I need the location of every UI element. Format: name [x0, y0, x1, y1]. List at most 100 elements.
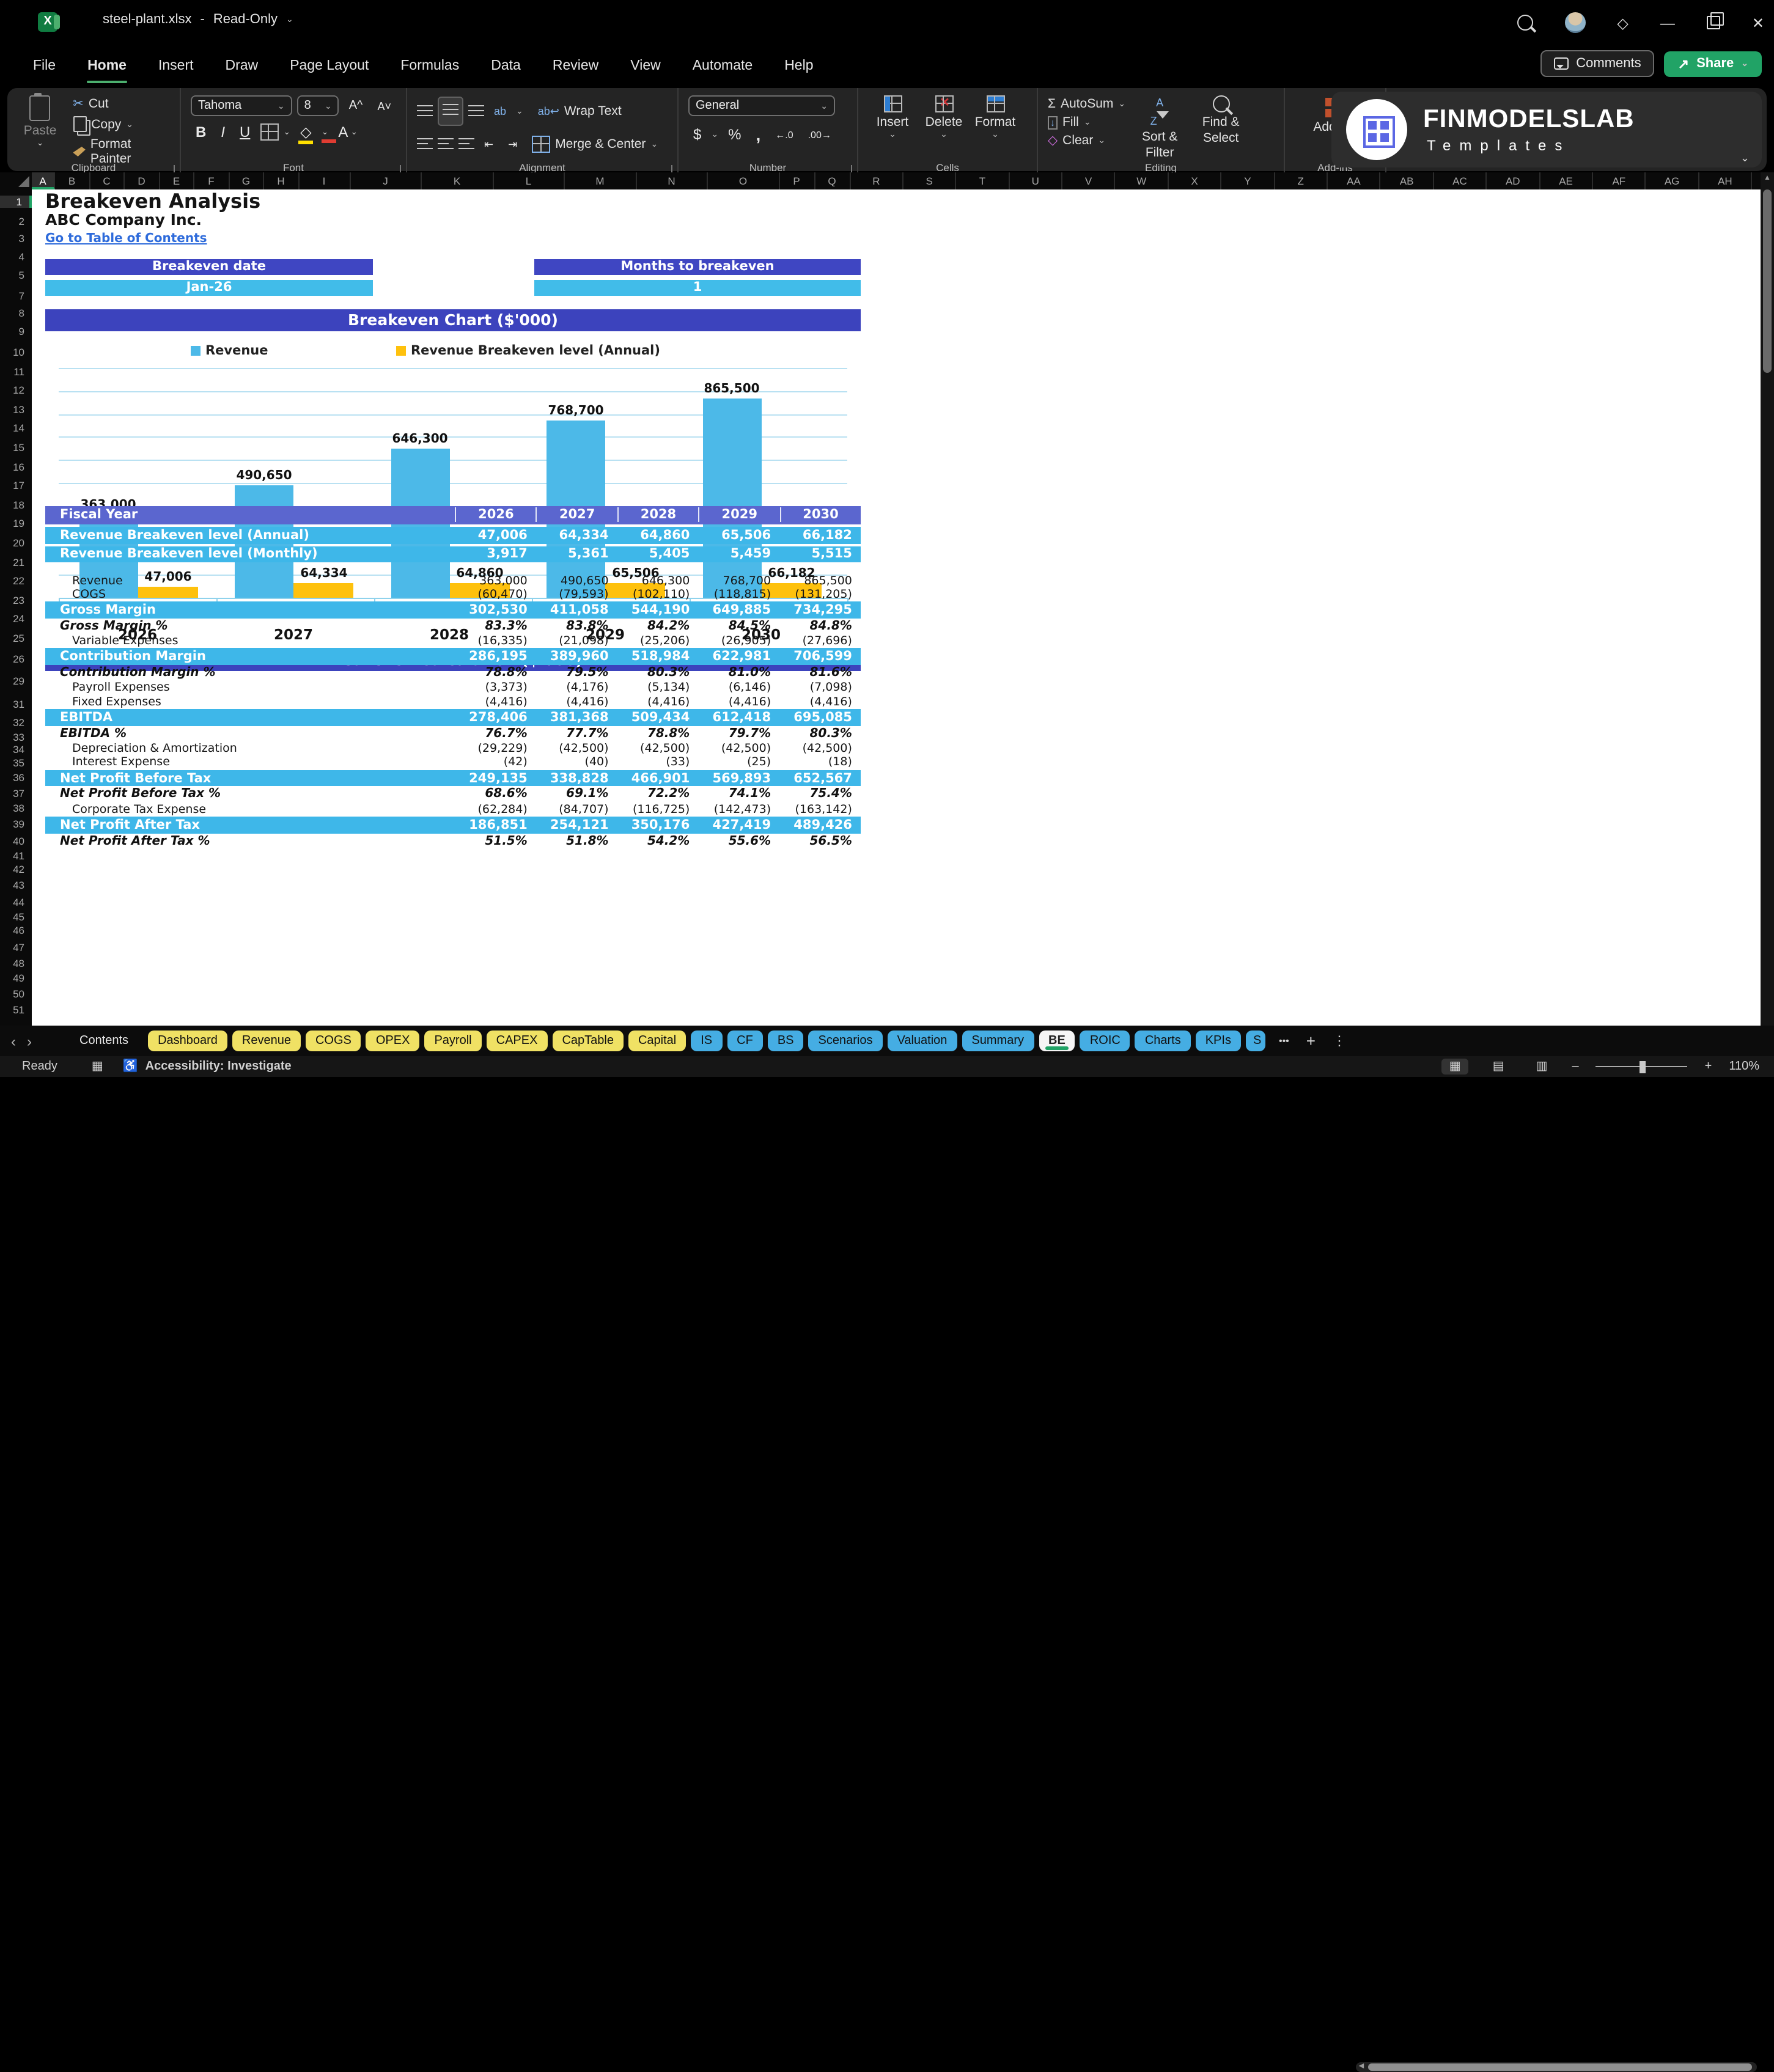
column-header-H[interactable]: H	[264, 172, 299, 189]
menu-tab-home[interactable]: Home	[72, 45, 142, 87]
menu-tab-file[interactable]: File	[17, 45, 72, 87]
restore-button[interactable]	[1706, 12, 1724, 29]
normal-view-button[interactable]: ▦	[1441, 1059, 1468, 1075]
page-break-view-button[interactable]: ▥	[1529, 1059, 1555, 1075]
menu-tab-view[interactable]: View	[614, 45, 676, 87]
row-header-11[interactable]: 11	[0, 365, 32, 377]
zoom-level[interactable]: 110%	[1729, 1060, 1759, 1073]
row-header-17[interactable]: 17	[0, 479, 32, 491]
sheet-tab-contents[interactable]: Contents	[65, 1030, 143, 1051]
comma-format-button[interactable]: ,	[751, 125, 765, 144]
decrease-decimal-button[interactable]: .00→	[803, 129, 836, 140]
sheet-tab-scenarios[interactable]: Scenarios	[808, 1030, 883, 1051]
wrap-text-button[interactable]: ab↩ Wrap Text	[538, 104, 622, 119]
row-header-1[interactable]: 1	[0, 196, 32, 208]
document-mode[interactable]: Read-Only	[213, 12, 278, 27]
scroll-up-icon[interactable]: ▲	[1761, 175, 1774, 182]
row-header-24[interactable]: 24	[0, 613, 32, 625]
bold-button[interactable]: B	[191, 123, 211, 141]
column-header-F[interactable]: F	[194, 172, 229, 189]
menu-tab-review[interactable]: Review	[537, 45, 614, 87]
font-color-caret-icon[interactable]: ⌄	[350, 127, 358, 137]
row-header-39[interactable]: 39	[0, 818, 32, 830]
row-header-2[interactable]: 2	[0, 215, 32, 227]
zoom-out-button[interactable]: –	[1572, 1060, 1579, 1073]
row-headers[interactable]: 1 2 3 4 5 7 8 9 10 11 12 13 14 15 16 17 18 19 20 21 22 23 24 25…	[0, 189, 32, 1026]
sheet-tab-valuation[interactable]: Valuation	[887, 1030, 957, 1051]
align-top-icon[interactable]	[417, 105, 433, 117]
column-header-AF[interactable]: AF	[1593, 172, 1646, 189]
decrease-indent-icon[interactable]: ⇤	[479, 138, 498, 151]
row-header-50[interactable]: 50	[0, 988, 32, 1000]
column-header-AE[interactable]: AE	[1540, 172, 1593, 189]
find-select-button[interactable]: Find & Select	[1194, 93, 1248, 162]
sheet-tab-kpis[interactable]: KPIs	[1195, 1030, 1241, 1051]
menu-tab-page-layout[interactable]: Page Layout	[274, 45, 385, 87]
sheet-tab-summary[interactable]: Summary	[962, 1030, 1034, 1051]
row-header-32[interactable]: 32	[0, 716, 32, 729]
font-size-select[interactable]: 8 ⌄	[296, 95, 339, 116]
menu-tab-formulas[interactable]: Formulas	[385, 45, 475, 87]
currency-format-button[interactable]: $	[688, 126, 706, 143]
row-header-42[interactable]: 42	[0, 863, 32, 875]
column-header-A[interactable]: A	[32, 172, 55, 189]
column-header-O[interactable]: O	[708, 172, 779, 189]
insert-cells-button[interactable]: Insert ⌄	[868, 93, 917, 139]
column-header-AG[interactable]: AG	[1646, 172, 1699, 189]
increase-decimal-button[interactable]: ←.0	[770, 129, 798, 140]
column-header-AB[interactable]: AB	[1381, 172, 1434, 189]
premium-diamond-icon[interactable]: ◇	[1617, 14, 1628, 31]
sheet-tab-roic[interactable]: ROIC	[1080, 1030, 1130, 1051]
row-header-16[interactable]: 16	[0, 460, 32, 472]
hscroll-left-icon[interactable]: ◄	[1357, 2062, 1366, 2072]
new-sheet-button[interactable]: +	[1298, 1032, 1324, 1050]
autosum-button[interactable]: Σ AutoSum ⌄	[1048, 97, 1125, 111]
collapse-ribbon-icon[interactable]: ⌄	[1740, 152, 1750, 165]
row-header-22[interactable]: 22	[0, 575, 32, 587]
delete-cells-button[interactable]: ✕ Delete ⌄	[919, 93, 968, 139]
row-header-44[interactable]: 44	[0, 896, 32, 908]
menu-tab-data[interactable]: Data	[475, 45, 537, 87]
sheet-tab-revenue[interactable]: Revenue	[232, 1030, 301, 1051]
row-header-18[interactable]: 18	[0, 499, 32, 511]
column-header-W[interactable]: W	[1116, 172, 1169, 189]
column-header-V[interactable]: V	[1062, 172, 1116, 189]
row-header-4[interactable]: 4	[0, 251, 32, 263]
sort-filter-button[interactable]: AZ Sort & Filter	[1133, 93, 1187, 162]
column-header-L[interactable]: L	[493, 172, 565, 189]
font-family-select[interactable]: Tahoma ⌄	[191, 95, 292, 116]
accessibility-status[interactable]: Accessibility: Investigate	[145, 1060, 292, 1073]
row-header-23[interactable]: 23	[0, 594, 32, 606]
sheet-tab-bs[interactable]: BS	[767, 1030, 804, 1051]
tabs-scroll-left-icon[interactable]: ‹	[0, 1032, 27, 1049]
column-header-C[interactable]: C	[90, 172, 125, 189]
horizontal-scroll-thumb[interactable]	[1368, 2063, 1752, 2071]
row-header-38[interactable]: 38	[0, 802, 32, 814]
column-header-D[interactable]: D	[125, 172, 160, 189]
align-middle-icon[interactable]	[438, 97, 463, 126]
sheet-tab-is[interactable]: IS	[691, 1030, 723, 1051]
table-of-contents-link[interactable]: Go to Table of Contents	[45, 232, 207, 246]
row-header-34[interactable]: 34	[0, 743, 32, 755]
align-right-icon[interactable]	[458, 138, 474, 150]
column-header-AH[interactable]: AH	[1699, 172, 1753, 189]
row-header-51[interactable]: 51	[0, 1004, 32, 1016]
row-header-49[interactable]: 49	[0, 972, 32, 984]
row-header-20[interactable]: 20	[0, 537, 32, 549]
percent-format-button[interactable]: %	[723, 126, 746, 143]
more-sheets-button[interactable]: •••	[1270, 1035, 1298, 1046]
increase-indent-icon[interactable]: ⇥	[503, 138, 522, 151]
row-header-3[interactable]: 3	[0, 232, 32, 244]
sheet-tab-capital[interactable]: Capital	[628, 1030, 686, 1051]
sheet-canvas[interactable]: Breakeven Analysis ABC Company Inc. Go t…	[32, 189, 1761, 1026]
page-layout-view-button[interactable]: ▤	[1485, 1059, 1512, 1075]
column-header-U[interactable]: U	[1009, 172, 1063, 189]
column-header-Y[interactable]: Y	[1221, 172, 1275, 189]
underline-button[interactable]: U	[235, 123, 255, 141]
column-header-AA[interactable]: AA	[1328, 172, 1381, 189]
row-header-43[interactable]: 43	[0, 879, 32, 891]
sheet-tab-dashboard[interactable]: Dashboard	[148, 1030, 227, 1051]
zoom-in-button[interactable]: +	[1705, 1060, 1712, 1073]
borders-caret-icon[interactable]: ⌄	[283, 127, 290, 137]
row-header-35[interactable]: 35	[0, 757, 32, 769]
